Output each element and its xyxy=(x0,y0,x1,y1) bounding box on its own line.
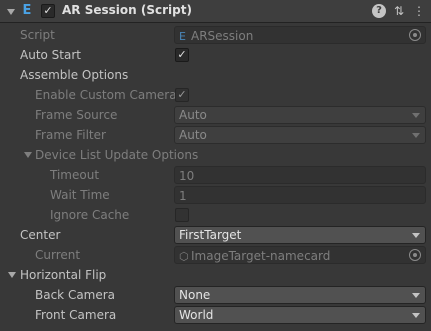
current-label: Current xyxy=(35,248,81,262)
script-label: Script xyxy=(20,28,55,42)
script-value: ARSession xyxy=(191,29,254,43)
component-title: AR Session (Script) xyxy=(62,3,192,17)
more-menu-icon[interactable]: ⋮ xyxy=(412,4,426,18)
frame-source-dropdown[interactable]: Auto xyxy=(174,106,426,124)
chevron-down-icon xyxy=(412,133,420,138)
wait-time-label: Wait Time xyxy=(50,188,110,202)
ignore-cache-label: Ignore Cache xyxy=(50,208,130,222)
enable-custom-camera-label: Enable Custom Camera xyxy=(35,88,177,102)
fold-arrow-icon[interactable] xyxy=(7,9,15,15)
front-camera-label: Front Camera xyxy=(35,308,117,322)
frame-filter-dropdown[interactable]: Auto xyxy=(174,126,426,144)
auto-start-label: Auto Start xyxy=(20,48,81,62)
timeout-label: Timeout xyxy=(50,168,100,182)
wait-time-value: 1 xyxy=(179,189,187,203)
script-icon: E xyxy=(179,30,186,43)
ignore-cache-checkbox[interactable] xyxy=(175,208,189,222)
current-field[interactable]: ⬡ ImageTarget-namecard xyxy=(174,246,426,264)
script-icon: E xyxy=(22,3,32,18)
wait-time-field[interactable]: 1 xyxy=(174,186,426,204)
chevron-down-icon xyxy=(412,293,420,298)
front-camera-dropdown[interactable]: World xyxy=(174,306,426,324)
auto-start-checkbox[interactable]: ✓ xyxy=(175,48,189,62)
assemble-options-label: Assemble Options xyxy=(20,68,129,82)
back-camera-label: Back Camera xyxy=(35,288,116,302)
chevron-down-icon xyxy=(412,113,420,118)
frame-filter-value: Auto xyxy=(179,128,207,142)
center-dropdown[interactable]: FirstTarget xyxy=(174,226,426,244)
back-camera-dropdown[interactable]: None xyxy=(174,286,426,304)
chevron-down-icon xyxy=(412,233,420,238)
horizontal-flip-label: Horizontal Flip xyxy=(20,268,107,282)
timeout-value: 10 xyxy=(179,169,195,183)
timeout-field[interactable]: 10 xyxy=(174,166,426,184)
object-picker-icon[interactable] xyxy=(409,249,421,261)
script-field[interactable]: E ARSession xyxy=(174,26,426,44)
component-header: E ✓ AR Session (Script) ? ⇅ ⋮ xyxy=(0,0,431,23)
presets-icon[interactable]: ⇅ xyxy=(392,4,406,18)
gameobject-icon: ⬡ xyxy=(179,250,189,263)
chevron-down-icon xyxy=(412,313,420,318)
component-enabled-checkbox[interactable]: ✓ xyxy=(41,4,55,18)
enable-custom-camera-checkbox[interactable]: ✓ xyxy=(175,88,189,102)
device-list-fold-arrow-icon[interactable] xyxy=(24,152,32,158)
horizontal-flip-fold-arrow-icon[interactable] xyxy=(8,272,16,278)
current-value: ImageTarget-namecard xyxy=(191,249,331,263)
frame-source-value: Auto xyxy=(179,108,207,122)
frame-source-label: Frame Source xyxy=(35,108,118,122)
help-icon[interactable]: ? xyxy=(372,4,386,18)
front-camera-value: World xyxy=(179,308,214,322)
frame-filter-label: Frame Filter xyxy=(35,128,106,142)
back-camera-value: None xyxy=(179,288,211,302)
object-picker-icon[interactable] xyxy=(409,29,421,41)
center-value: FirstTarget xyxy=(179,228,242,242)
center-label: Center xyxy=(20,228,61,242)
device-list-label: Device List Update Options xyxy=(35,148,199,162)
